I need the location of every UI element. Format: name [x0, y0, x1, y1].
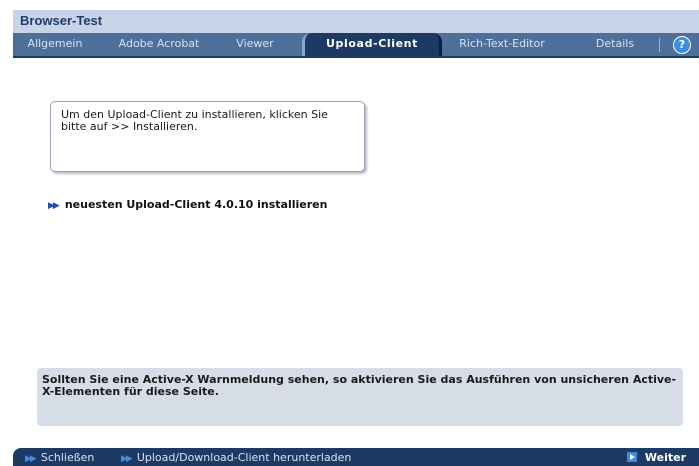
tab-adobe-acrobat[interactable]: Adobe Acrobat [109, 33, 209, 56]
tab-upload-client[interactable]: Upload-Client [302, 33, 442, 56]
download-client-link[interactable]: ▶▶ Upload/Download-Client herunterladen [121, 451, 351, 464]
activex-warning-box: Sollten Sie eine Active-X Warnmeldung se… [37, 368, 683, 426]
download-label: Upload/Download-Client herunterladen [136, 451, 352, 464]
next-button[interactable]: Weiter [626, 451, 686, 464]
info-text: Um den Upload-Client zu installieren, kl… [61, 108, 328, 133]
double-arrow-icon: ▶▶ [25, 454, 37, 464]
info-box: Um den Upload-Client zu installieren, kl… [50, 101, 365, 172]
install-upload-client-link[interactable]: ▶▶ neuesten Upload-Client 4.0.10 installi… [48, 198, 327, 212]
double-arrow-icon: ▶▶ [48, 201, 60, 211]
activex-warning-text: Sollten Sie eine Active-X Warnmeldung se… [42, 373, 677, 398]
tab-underline [13, 56, 699, 58]
footer-bar: ▶▶ Schließen ▶▶ Upload/Download-Client her… [13, 448, 699, 466]
tab-allgemein[interactable]: Allgemein [19, 33, 91, 56]
tab-rich-text-editor[interactable]: Rich-Text-Editor [449, 33, 555, 56]
close-label: Schließen [40, 451, 95, 464]
install-link-label: neuesten Upload-Client 4.0.10 installier… [64, 198, 328, 211]
window-title: Browser-Test [20, 13, 103, 28]
help-icon[interactable]: ? [673, 36, 691, 54]
tab-viewer[interactable]: Viewer [227, 33, 283, 56]
title-bar: Browser-Test [13, 10, 699, 33]
tab-separator [659, 38, 660, 52]
double-arrow-icon: ▶▶ [121, 454, 133, 464]
tab-bar: Allgemein Adobe Acrobat Viewer Upload-Cl… [13, 33, 699, 56]
next-label: Weiter [644, 451, 686, 464]
play-arrow-icon [626, 452, 637, 462]
close-link[interactable]: ▶▶ Schließen [25, 451, 94, 464]
tab-details[interactable]: Details [585, 33, 645, 56]
